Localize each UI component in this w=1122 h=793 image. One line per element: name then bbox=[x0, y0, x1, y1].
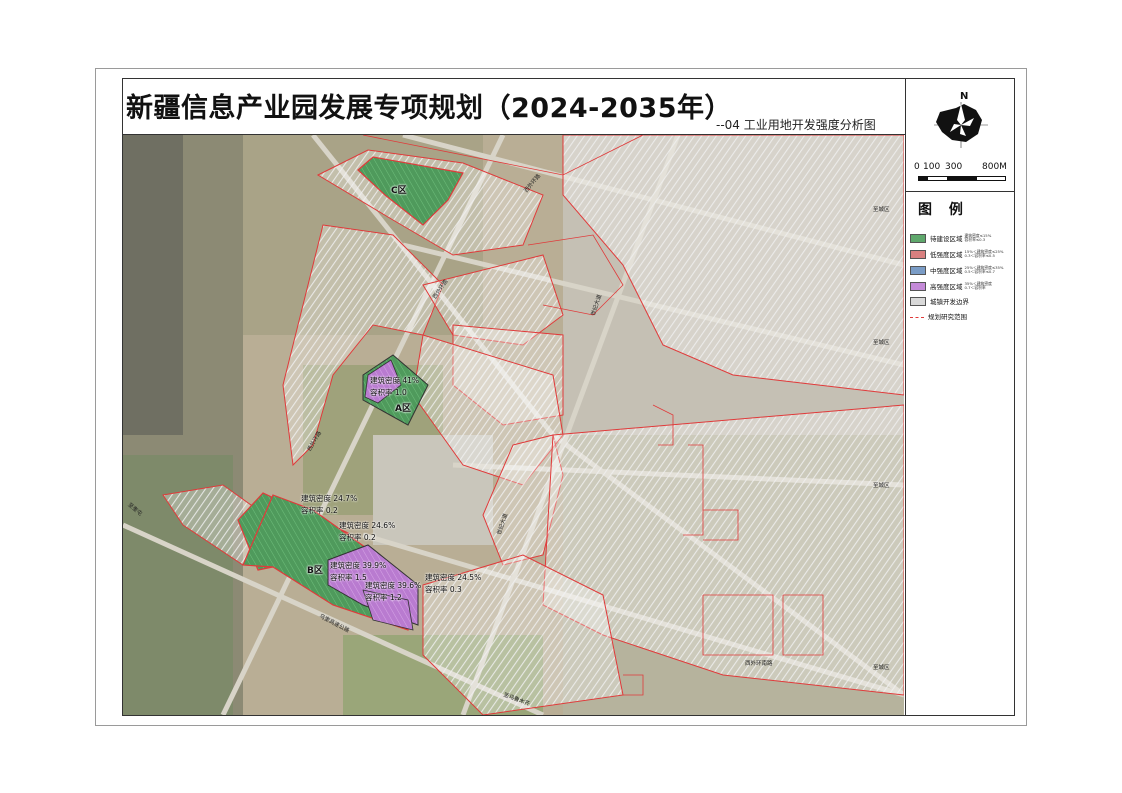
legend-swatch-red bbox=[910, 249, 926, 259]
legend-item-medium: 中强度区域 25%＜建筑密度≤35% 0.5＜容积率≤0.7 bbox=[910, 265, 1004, 275]
legend-swatch-green bbox=[910, 233, 926, 243]
annotation-2-far: 容积率 0.2 bbox=[339, 533, 376, 542]
zone-a-density: 建筑密度 41% bbox=[370, 376, 420, 385]
legend-swatch-blue bbox=[910, 265, 926, 275]
legend-title: 图 例 bbox=[918, 202, 969, 218]
zone-c-label: C区 bbox=[391, 186, 407, 196]
northwest-terrain bbox=[123, 135, 183, 435]
annotation-4-density: 建筑密度 39.6% bbox=[365, 581, 422, 590]
annotation-1-far: 容积率 0.2 bbox=[301, 506, 338, 515]
annotation-5-density: 建筑密度 24.5% bbox=[425, 573, 482, 582]
scale-bar-graphic bbox=[918, 176, 1006, 181]
legend-item-boundary: 城镇开发边界 bbox=[910, 296, 969, 306]
legend-item-high: 高强度区域 35%＜建筑密度 0.7＜容积率 bbox=[910, 281, 992, 291]
road-label: 至城区 bbox=[873, 665, 890, 671]
side-divider bbox=[905, 191, 1015, 192]
road-label: 至城区 bbox=[873, 340, 890, 346]
legend-item-pending: 待建设区域 建筑密度≤15% 容积率≤0.3 bbox=[910, 233, 991, 243]
legend-swatch-purple bbox=[910, 281, 926, 291]
zone-b-label: B区 bbox=[307, 566, 323, 576]
legend-item-low: 低强度区域 15%＜建筑密度≤25% 0.3＜容积率≤0.5 bbox=[910, 249, 1004, 259]
map-title: 新疆信息产业园发展专项规划（2024-2035年） bbox=[126, 93, 732, 124]
legend-item-study-area: 规划研究范围 bbox=[910, 311, 967, 321]
scale-label: 100 bbox=[923, 162, 941, 172]
zone-a-label: A区 bbox=[395, 404, 411, 414]
annotation-3-density: 建筑密度 39.9% bbox=[330, 561, 387, 570]
legend-swatch-dashed-red bbox=[910, 316, 924, 318]
map-svg bbox=[123, 135, 904, 715]
road-label: 至城区 bbox=[873, 207, 890, 213]
scale-label: 800M bbox=[982, 162, 1007, 172]
map-canvas[interactable]: C区 A区 B区 建筑密度 41% 容积率 1.0 建筑密度 24.7% 容积率… bbox=[123, 135, 904, 715]
zone-a-far: 容积率 1.0 bbox=[370, 388, 407, 397]
scale-label: 300 bbox=[945, 162, 963, 172]
road-label: 至城区 bbox=[873, 483, 890, 489]
north-label: N bbox=[960, 91, 969, 102]
annotation-2-density: 建筑密度 24.6% bbox=[339, 521, 396, 530]
scale-bar: 0 100 300 800M bbox=[914, 162, 1007, 181]
annotation-3-far: 容积率 1.5 bbox=[330, 573, 367, 582]
legend-swatch-gray bbox=[910, 296, 926, 306]
road-label: 西外环南路 bbox=[745, 661, 773, 667]
annotation-1-density: 建筑密度 24.7% bbox=[301, 494, 358, 503]
annotation-4-far: 容积率 1.2 bbox=[365, 593, 402, 602]
map-subtitle: --04 工业用地开发强度分析图 bbox=[716, 118, 876, 132]
annotation-5-far: 容积率 0.3 bbox=[425, 585, 462, 594]
scale-label: 0 bbox=[914, 162, 920, 172]
